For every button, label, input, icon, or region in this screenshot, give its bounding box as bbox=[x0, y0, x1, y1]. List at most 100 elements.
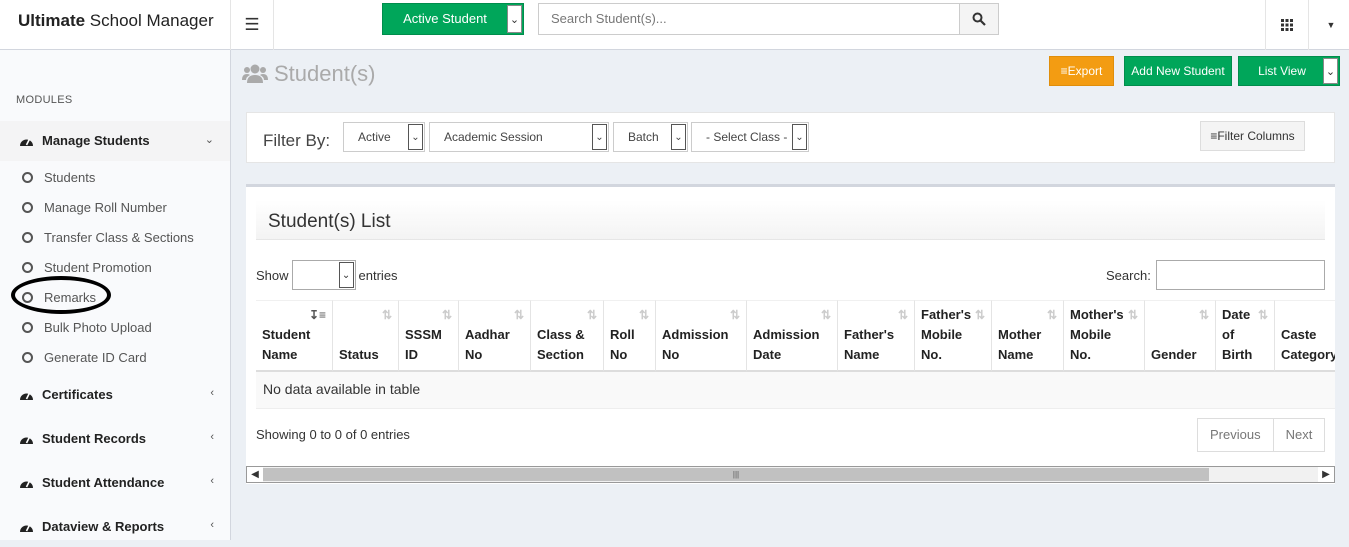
column-header-line: Date bbox=[1222, 307, 1251, 322]
class-select[interactable]: - Select Class - ⌄ bbox=[691, 122, 809, 152]
column-header[interactable]: ⇅ Class & Section bbox=[531, 300, 604, 372]
sort-icon: ⇅ bbox=[974, 308, 985, 322]
sidebar-subitem-students[interactable]: Students bbox=[0, 163, 230, 193]
chevron-down-icon: ⌄ bbox=[592, 124, 607, 150]
sidebar-subitem-bulk-photo-upload[interactable]: Bulk Photo Upload bbox=[0, 313, 230, 343]
chevron-left-icon: ‹ bbox=[210, 431, 214, 443]
column-header-line: of bbox=[1222, 327, 1235, 342]
sort-icon: ⇅ bbox=[1257, 308, 1268, 322]
sort-icon: ⇅ bbox=[638, 308, 649, 322]
column-header[interactable]: ⇅ Mother Name bbox=[992, 300, 1064, 372]
column-header[interactable]: ⇅ Mother's Mobile No. bbox=[1064, 300, 1145, 372]
divider bbox=[256, 239, 1325, 240]
app-brand[interactable]: Ultimate School Manager bbox=[0, 0, 231, 50]
user-menu-caret-icon[interactable]: ▼ bbox=[1317, 0, 1345, 50]
scrollbar-thumb[interactable]: ||| bbox=[263, 468, 1209, 481]
dashboard-icon bbox=[20, 138, 33, 146]
circle-icon bbox=[22, 232, 33, 243]
sidebar-subitem-label: Bulk Photo Upload bbox=[44, 320, 152, 335]
search-icon bbox=[972, 12, 986, 26]
column-header[interactable]: ⇅ Gender bbox=[1145, 300, 1216, 372]
sidebar-item-student-attendance[interactable]: Student Attendance ‹ bbox=[0, 463, 230, 503]
column-header[interactable]: ⇅ Status bbox=[333, 300, 399, 372]
chevron-down-icon[interactable]: ⌄ bbox=[1323, 58, 1338, 84]
column-header-line: Admission bbox=[753, 327, 820, 342]
list-header: Student(s) List bbox=[256, 200, 1325, 240]
sidebar-item-student-records[interactable]: Student Records ‹ bbox=[0, 419, 230, 459]
sidebar-subitem-manage-roll-number[interactable]: Manage Roll Number bbox=[0, 193, 230, 223]
sidebar-item-label: Dataview & Reports bbox=[42, 519, 165, 534]
column-header[interactable]: ⇅ Date of Birth bbox=[1216, 300, 1275, 372]
chevron-down-icon[interactable]: ⌄ bbox=[507, 5, 522, 33]
add-new-student-button[interactable]: Add New Student bbox=[1124, 56, 1232, 86]
sidebar-subitem-label: Transfer Class & Sections bbox=[44, 230, 194, 245]
circle-icon bbox=[22, 352, 33, 363]
student-list-panel: Student(s) List Show ⌄ entries Search: ↧… bbox=[246, 184, 1335, 484]
circle-icon bbox=[22, 202, 33, 213]
horizontal-scrollbar[interactable]: ◀ ||| ▶ bbox=[246, 466, 1335, 483]
sidebar-item-certificates[interactable]: Certificates ‹ bbox=[0, 375, 230, 415]
batch-select[interactable]: Batch ⌄ bbox=[613, 122, 688, 152]
page-length-select[interactable]: ⌄ bbox=[291, 260, 356, 290]
sidebar-subitem-generate-id-card[interactable]: Generate ID Card bbox=[0, 343, 230, 373]
column-header-line: SSSM bbox=[405, 327, 442, 342]
sidebar-item-manage-students[interactable]: Manage Students ⌄ bbox=[0, 121, 230, 161]
dashboard-icon bbox=[20, 436, 33, 444]
filter-by-label: Filter By: bbox=[263, 131, 331, 150]
apps-grid-button[interactable] bbox=[1265, 0, 1309, 50]
sort-icon: ⇅ bbox=[381, 308, 392, 322]
sidebar-item-label: Certificates bbox=[42, 387, 113, 402]
chevron-down-icon: ⌄ bbox=[408, 124, 423, 150]
column-header-line: Student bbox=[262, 327, 311, 342]
search-button[interactable] bbox=[959, 3, 999, 35]
users-icon bbox=[242, 64, 268, 83]
sidebar-item-dataview-reports[interactable]: Dataview & Reports ‹ bbox=[0, 507, 230, 547]
sort-icon: ⇅ bbox=[1198, 308, 1209, 322]
sidebar-item-label: Manage Students bbox=[42, 133, 150, 148]
sidebar-item-label: Student Attendance bbox=[42, 475, 165, 490]
list-view-button[interactable]: List View ⌄ bbox=[1238, 56, 1340, 86]
column-header-line: No bbox=[610, 347, 628, 362]
column-header[interactable]: ⇅ Father's Mobile No. bbox=[915, 300, 992, 372]
column-header-line: Mother's bbox=[1070, 307, 1124, 322]
sort-icon: ⇅ bbox=[441, 308, 452, 322]
column-header[interactable]: ⇅ Admission No bbox=[656, 300, 747, 372]
scroll-right-icon[interactable]: ▶ bbox=[1318, 467, 1334, 482]
previous-page-button[interactable]: Previous bbox=[1198, 419, 1273, 451]
list-icon: ≡ bbox=[1060, 64, 1068, 78]
column-header-line: Section bbox=[537, 347, 584, 362]
column-header[interactable]: ⇅ Aadhar No bbox=[459, 300, 531, 372]
circle-icon bbox=[22, 262, 33, 273]
entries-label: entries bbox=[358, 267, 398, 283]
sidebar-subitem-transfer-class[interactable]: Transfer Class & Sections bbox=[0, 223, 230, 253]
column-header[interactable]: ⇅ SSSM ID bbox=[399, 300, 459, 372]
sidebar-subitem-label: Generate ID Card bbox=[44, 350, 147, 365]
column-header-line: No. bbox=[1070, 347, 1091, 362]
status-select[interactable]: Active ⌄ bbox=[343, 122, 425, 152]
column-header[interactable]: ⇅ Roll No bbox=[604, 300, 656, 372]
filter-columns-button[interactable]: ≡Filter Columns bbox=[1200, 121, 1305, 151]
column-header[interactable]: ↧≡ Student Name bbox=[256, 300, 333, 372]
academic-session-select[interactable]: Academic Session ⌄ bbox=[429, 122, 609, 152]
next-page-button[interactable]: Next bbox=[1272, 419, 1325, 451]
top-navbar: Ultimate School Manager ☰ Active Student… bbox=[0, 0, 1349, 50]
table-search-input[interactable] bbox=[1156, 260, 1325, 290]
scroll-left-icon[interactable]: ◀ bbox=[247, 467, 263, 482]
column-header-line: No bbox=[662, 347, 680, 362]
show-label: Show bbox=[256, 267, 289, 283]
column-header[interactable]: Caste Category bbox=[1275, 300, 1335, 372]
column-header[interactable]: ⇅ Admission Date bbox=[747, 300, 838, 372]
sidebar-section-label: MODULES bbox=[16, 94, 73, 106]
column-header-line: Mobile bbox=[1070, 327, 1112, 342]
menu-toggle-icon[interactable]: ☰ bbox=[231, 0, 274, 50]
export-button[interactable]: ≡Export bbox=[1049, 56, 1114, 86]
chevron-down-icon: ⌄ bbox=[204, 134, 214, 146]
student-search-input[interactable]: Search Student(s)... bbox=[538, 3, 960, 35]
sort-icon: ⇅ bbox=[1046, 308, 1057, 322]
column-header-line: Name bbox=[998, 347, 1034, 362]
column-header[interactable]: ⇅ Father's Name bbox=[838, 300, 915, 372]
circle-icon bbox=[22, 322, 33, 333]
column-header-line: No. bbox=[921, 347, 942, 362]
chevron-down-icon: ⌄ bbox=[792, 124, 807, 150]
active-student-select[interactable]: Active Student ⌄ bbox=[382, 3, 524, 35]
